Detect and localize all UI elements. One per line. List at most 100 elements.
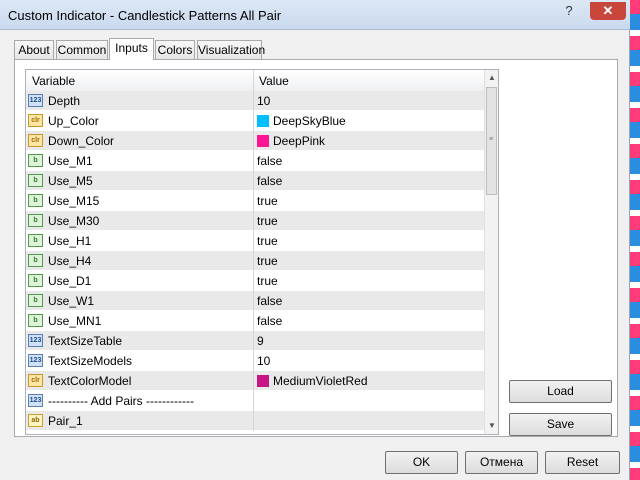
scroll-up-arrow-icon[interactable]: ▲: [485, 70, 498, 86]
window-title: Custom Indicator - Candlestick Patterns …: [8, 8, 282, 23]
save-button[interactable]: Save: [509, 413, 612, 436]
boolean-type-icon: b: [28, 294, 43, 307]
boolean-type-icon: b: [28, 194, 43, 207]
color-type-icon: clr: [28, 134, 43, 147]
variable-value-text: true: [257, 234, 278, 248]
table-row[interactable]: clr TextColorModel MediumVioletRed: [26, 371, 484, 391]
variable-name: Use_H1: [48, 234, 92, 248]
cell-divider: [253, 271, 254, 291]
scroll-thumb[interactable]: ≡: [486, 87, 497, 195]
cell-divider: [253, 411, 254, 431]
variable-value-text: false: [257, 294, 283, 308]
variable-value-text: DeepPink: [273, 134, 326, 148]
cell-divider: [253, 251, 254, 271]
table-row[interactable]: b Use_M5 false: [26, 171, 484, 191]
close-button[interactable]: ✕: [590, 2, 626, 20]
variable-value[interactable]: true: [257, 274, 278, 288]
cell-divider: [253, 151, 254, 171]
tab-colors[interactable]: Colors: [155, 40, 195, 59]
help-button[interactable]: ?: [556, 2, 582, 20]
variable-name: ---------- Add Pairs ------------: [48, 394, 194, 408]
variable-name: Use_D1: [48, 274, 92, 288]
variable-value[interactable]: true: [257, 214, 278, 228]
indicator-dialog: Custom Indicator - Candlestick Patterns …: [0, 0, 630, 480]
variable-name: Pair_1: [48, 414, 83, 428]
boolean-type-icon: b: [28, 254, 43, 267]
variable-name: TextSizeTable: [48, 334, 123, 348]
table-row[interactable]: clr Down_Color DeepPink: [26, 131, 484, 151]
variable-name: Depth: [48, 94, 81, 108]
boolean-type-icon: b: [28, 234, 43, 247]
boolean-type-icon: b: [28, 314, 43, 327]
variable-value[interactable]: true: [257, 254, 278, 268]
vertical-scrollbar[interactable]: ▲ ≡ ▼: [484, 70, 498, 434]
table-row[interactable]: 123 TextSizeTable 9: [26, 331, 484, 351]
color-type-icon: clr: [28, 374, 43, 387]
boolean-type-icon: b: [28, 214, 43, 227]
integer-type-icon: 123: [28, 334, 43, 347]
table-row[interactable]: ab Pair_1: [26, 411, 484, 431]
grid-rows: 123 Depth 10 clr Up_Color DeepSkyBlue clr Down_…: [26, 91, 484, 431]
cancel-button[interactable]: Отмена: [465, 451, 538, 474]
variable-value[interactable]: 10: [257, 94, 270, 108]
cell-divider: [253, 211, 254, 231]
table-row[interactable]: 123 TextSizeModels 10: [26, 351, 484, 371]
integer-type-icon: 123: [28, 354, 43, 367]
tab-about[interactable]: About: [14, 40, 54, 59]
table-row[interactable]: b Use_M15 true: [26, 191, 484, 211]
variable-value-text: true: [257, 194, 278, 208]
table-row[interactable]: b Use_D1 true: [26, 271, 484, 291]
variable-value-text: true: [257, 274, 278, 288]
variable-name: Use_H4: [48, 254, 92, 268]
table-row[interactable]: b Use_W1 false: [26, 291, 484, 311]
variable-value[interactable]: false: [257, 154, 282, 168]
table-row[interactable]: 123 ---------- Add Pairs ------------: [26, 391, 484, 411]
scroll-grip-icon: ≡: [489, 136, 494, 143]
table-row[interactable]: b Use_M1 false: [26, 151, 484, 171]
tab-visualization[interactable]: Visualization: [197, 40, 265, 59]
column-header-variable[interactable]: Variable: [32, 74, 75, 88]
variable-value-text: false: [257, 154, 283, 168]
cell-divider: [253, 91, 254, 111]
variable-value[interactable]: 10: [257, 354, 270, 368]
column-divider[interactable]: [253, 70, 254, 91]
variable-name: Use_MN1: [48, 314, 102, 328]
variable-value-text: true: [257, 254, 278, 268]
inputs-grid: Variable Value 123 Depth 10 clr Up_Color Deep…: [25, 69, 499, 435]
cell-divider: [253, 171, 254, 191]
variable-value-text: false: [257, 174, 283, 188]
table-row[interactable]: b Use_H4 true: [26, 251, 484, 271]
variable-name: Down_Color: [48, 134, 115, 148]
table-row[interactable]: b Use_M30 true: [26, 211, 484, 231]
cell-divider: [253, 331, 254, 351]
variable-value[interactable]: DeepPink: [257, 134, 325, 148]
variable-value-text: 10: [257, 354, 271, 368]
column-header-value[interactable]: Value: [259, 74, 289, 88]
table-row[interactable]: clr Up_Color DeepSkyBlue: [26, 111, 484, 131]
variable-value[interactable]: DeepSkyBlue: [257, 114, 346, 128]
variable-value[interactable]: false: [257, 314, 282, 328]
variable-value[interactable]: true: [257, 194, 278, 208]
grid-header: Variable Value: [26, 70, 484, 92]
scroll-down-arrow-icon[interactable]: ▼: [485, 418, 498, 434]
cell-divider: [253, 351, 254, 371]
variable-value[interactable]: false: [257, 174, 282, 188]
table-row[interactable]: b Use_MN1 false: [26, 311, 484, 331]
variable-value-text: 9: [257, 334, 264, 348]
variable-value[interactable]: MediumVioletRed: [257, 374, 368, 388]
title-bar[interactable]: Custom Indicator - Candlestick Patterns …: [0, 0, 630, 30]
color-swatch: [257, 135, 269, 147]
tab-common[interactable]: Common: [56, 40, 108, 59]
integer-type-icon: 123: [28, 94, 43, 107]
load-button[interactable]: Load: [509, 380, 612, 403]
cell-divider: [253, 391, 254, 411]
variable-name: Use_M5: [48, 174, 93, 188]
tab-inputs[interactable]: Inputs: [109, 38, 154, 60]
ok-button[interactable]: OK: [385, 451, 458, 474]
variable-value[interactable]: false: [257, 294, 282, 308]
table-row[interactable]: b Use_H1 true: [26, 231, 484, 251]
variable-value[interactable]: true: [257, 234, 278, 248]
variable-value[interactable]: 9: [257, 334, 264, 348]
reset-button[interactable]: Reset: [545, 451, 620, 474]
table-row[interactable]: 123 Depth 10: [26, 91, 484, 111]
